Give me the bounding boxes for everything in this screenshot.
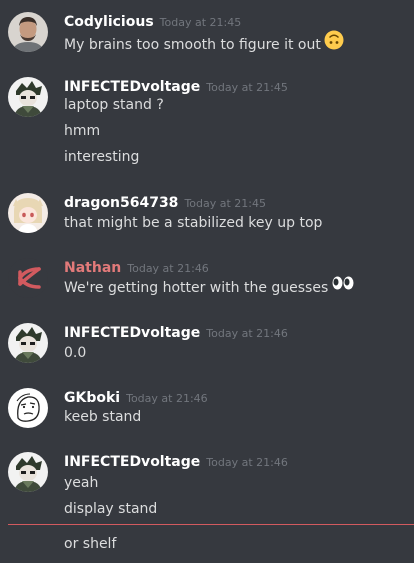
username[interactable]: INFECTEDvoltage: [64, 325, 200, 341]
message-text: or shelf: [64, 536, 117, 552]
username[interactable]: INFECTEDvoltage: [64, 454, 200, 470]
message-text: keeb stand: [64, 409, 142, 425]
avatar[interactable]: [8, 323, 48, 363]
anime-character-avatar-icon: [8, 452, 48, 492]
message-text: interesting: [64, 149, 140, 165]
avatar[interactable]: [8, 77, 48, 117]
message-header: Codylicious Today at 21:45: [64, 10, 241, 32]
timestamp: Today at 21:45: [184, 197, 266, 210]
anime-character-avatar-icon: [8, 77, 48, 117]
message-text: yeah: [64, 475, 99, 491]
message-header: dragon564738 Today at 21:45: [64, 191, 266, 213]
username[interactable]: Codylicious: [64, 14, 154, 30]
timestamp: Today at 21:46: [206, 327, 288, 340]
upside-down-face-emoji-icon: [324, 30, 344, 56]
username[interactable]: GKboki: [64, 390, 120, 406]
message-text-content: We're getting hotter with the guesses: [64, 280, 329, 296]
avatar[interactable]: [8, 452, 48, 492]
message-text: that might be a stabilized key up top: [64, 215, 323, 231]
avatar[interactable]: [8, 388, 48, 428]
message-header: Nathan Today at 21:46: [64, 256, 209, 278]
message-header: GKboki Today at 21:46: [64, 386, 208, 408]
message-text-content: My brains too smooth to figure it out: [64, 37, 321, 53]
message-text: My brains too smooth to figure it out: [64, 30, 344, 53]
avatar[interactable]: [8, 12, 48, 52]
new-messages-divider: [8, 524, 414, 525]
anime-girl-avatar-icon: [8, 193, 48, 233]
message-text: display stand: [64, 501, 158, 517]
avatar[interactable]: [8, 193, 48, 233]
timestamp: Today at 21:46: [126, 392, 208, 405]
message-text: laptop stand ?: [64, 97, 164, 113]
message-text: 0.0: [64, 345, 87, 361]
message-header: INFECTEDvoltage Today at 21:46: [64, 450, 288, 472]
avatar[interactable]: [8, 258, 48, 298]
chat-message-list: Codylicious Today at 21:45 My brains too …: [0, 0, 414, 563]
message-header: INFECTEDvoltage Today at 21:46: [64, 321, 288, 343]
message-text: hmm: [64, 123, 101, 139]
username[interactable]: INFECTEDvoltage: [64, 79, 200, 95]
anime-character-avatar-icon: [8, 323, 48, 363]
timestamp: Today at 21:45: [206, 81, 288, 94]
person-photo-avatar-icon: [8, 12, 48, 52]
meme-face-avatar-icon: [8, 388, 48, 428]
eyes-emoji-icon: [331, 275, 355, 297]
fish-symbol-avatar-icon: [8, 258, 48, 298]
username[interactable]: dragon564738: [64, 195, 178, 211]
message-text: We're getting hotter with the guesses: [64, 275, 355, 297]
username[interactable]: Nathan: [64, 260, 121, 276]
timestamp: Today at 21:45: [159, 16, 242, 29]
message-header: INFECTEDvoltage Today at 21:45: [64, 75, 288, 97]
timestamp: Today at 21:46: [206, 456, 288, 469]
timestamp: Today at 21:46: [127, 262, 209, 275]
